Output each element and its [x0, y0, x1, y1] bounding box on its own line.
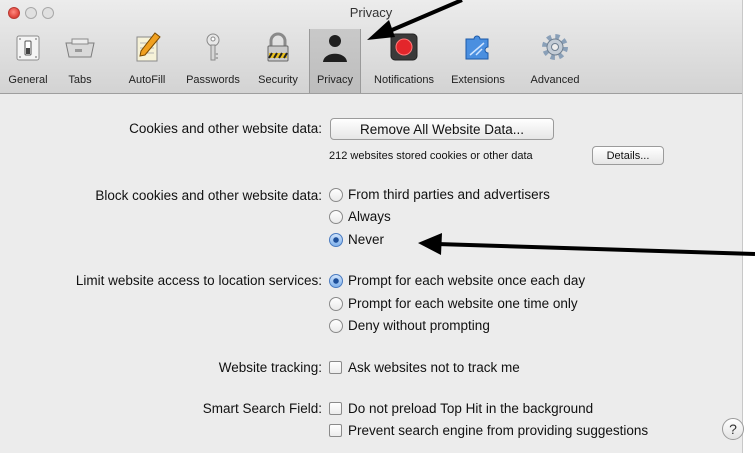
- radio-prompt-one-time-only-label: Prompt for each website one time only: [348, 296, 578, 311]
- block-cookies-option[interactable]: Never: [329, 232, 384, 247]
- preferences-window: Privacy General Tabs AutoFill Passwords …: [0, 0, 744, 453]
- tab-security[interactable]: Security: [248, 29, 308, 93]
- radio-prompt-one-time-only[interactable]: [329, 296, 343, 311]
- details-button[interactable]: Details...: [592, 146, 664, 165]
- checkbox-preload-top-hit-label: Do not preload Top Hit in the background: [348, 401, 594, 416]
- radio-always[interactable]: [329, 209, 343, 224]
- checkbox-search-suggestions-label: Prevent search engine from providing sug…: [348, 423, 649, 438]
- stored-cookies-count: 212 websites stored cookies or other dat…: [329, 150, 533, 162]
- radio-never-label: Never: [348, 232, 385, 247]
- radio-third-parties[interactable]: [329, 187, 343, 202]
- tab-notifications[interactable]: Notifications: [362, 29, 446, 93]
- puzzle-piece-icon: [465, 35, 489, 60]
- notifications-icon: [390, 33, 418, 61]
- tab-advanced[interactable]: Advanced: [524, 29, 586, 93]
- tab-notifications-label: Notifications: [374, 74, 434, 86]
- radio-prompt-once-each-day-label: Prompt for each website once each day: [348, 273, 586, 288]
- help-button[interactable]: ?: [722, 418, 744, 440]
- radio-third-parties-label: From third parties and advertisers: [348, 187, 550, 202]
- location-option[interactable]: Prompt for each website once each day: [329, 273, 585, 288]
- tab-security-label: Security: [258, 74, 298, 86]
- tracking-option[interactable]: Ask websites not to track me: [329, 360, 520, 375]
- checkbox-preload-top-hit[interactable]: [329, 402, 342, 415]
- key-icon: [206, 33, 220, 61]
- tab-autofill[interactable]: AutoFill: [118, 29, 176, 93]
- radio-always-label: Always: [348, 209, 391, 224]
- radio-deny-without-prompting-label: Deny without prompting: [348, 318, 490, 333]
- tab-extensions[interactable]: Extensions: [448, 29, 508, 93]
- checkbox-search-suggestions[interactable]: [329, 424, 342, 437]
- tab-autofill-label: AutoFill: [128, 74, 166, 86]
- tab-general-label: General: [8, 74, 48, 86]
- smart-search-field-label: Smart Search Field:: [202, 401, 322, 416]
- location-option[interactable]: Deny without prompting: [329, 318, 490, 333]
- cookies-label: Cookies and other website data:: [129, 121, 322, 136]
- radio-never[interactable]: [329, 232, 343, 247]
- tab-passwords-label: Passwords: [186, 74, 240, 86]
- remove-all-website-data-button[interactable]: Remove All Website Data...: [330, 118, 554, 140]
- tab-tabs[interactable]: Tabs: [54, 29, 106, 93]
- tab-privacy[interactable]: Privacy: [309, 29, 361, 93]
- website-tracking-label: Website tracking:: [218, 360, 322, 375]
- radio-prompt-once-each-day[interactable]: [329, 273, 343, 288]
- location-option[interactable]: Prompt for each website one time only: [329, 296, 578, 311]
- smart-search-option[interactable]: Prevent search engine from providing sug…: [329, 423, 648, 438]
- block-cookies-option[interactable]: From third parties and advertisers: [329, 187, 550, 202]
- padlock-icon: [267, 32, 289, 62]
- checkbox-do-not-track[interactable]: [329, 361, 342, 374]
- checkbox-do-not-track-label: Ask websites not to track me: [348, 360, 520, 375]
- tab-passwords[interactable]: Passwords: [178, 29, 248, 93]
- window-title: Privacy: [349, 5, 393, 20]
- person-silhouette-icon: [323, 35, 347, 62]
- radio-deny-without-prompting[interactable]: [329, 318, 343, 333]
- smart-search-option[interactable]: Do not preload Top Hit in the background: [329, 401, 593, 416]
- title-and-toolbar: Privacy General Tabs AutoFill Passwords …: [0, 0, 742, 94]
- gear-icon: [542, 34, 568, 60]
- privacy-pane: Cookies and other website data: Remove A…: [0, 94, 744, 453]
- tab-general[interactable]: General: [2, 29, 54, 93]
- tab-extensions-label: Extensions: [451, 74, 505, 86]
- location-services-label: Limit website access to location service…: [75, 273, 322, 288]
- block-cookies-label: Block cookies and other website data:: [95, 188, 322, 203]
- block-cookies-option[interactable]: Always: [329, 209, 391, 224]
- tab-privacy-label: Privacy: [316, 74, 354, 86]
- tab-advanced-label: Advanced: [530, 74, 580, 86]
- general-switch-icon: [16, 35, 40, 61]
- tabs-icon: [65, 38, 95, 58]
- tab-tabs-label: Tabs: [68, 74, 92, 86]
- autofill-pencil-icon: [136, 32, 161, 62]
